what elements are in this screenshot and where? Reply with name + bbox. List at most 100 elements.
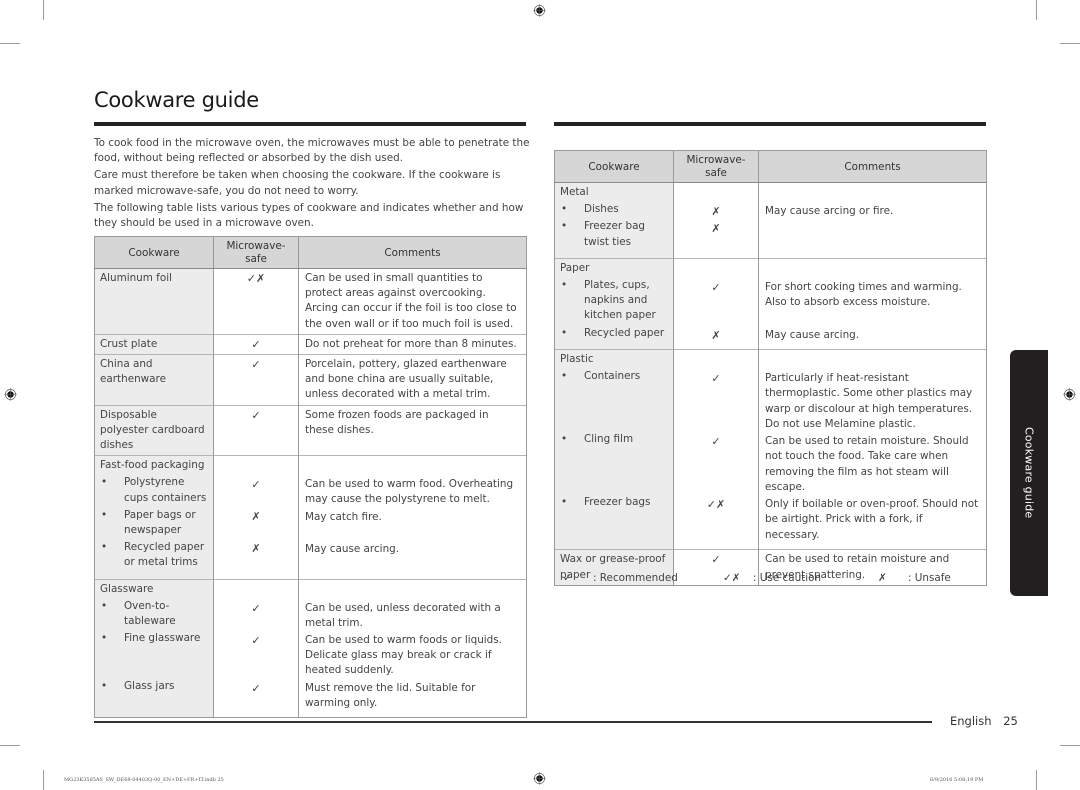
cookware-name: Recycled paper [584, 327, 665, 340]
intro-paragraph: To cook food in the microwave oven, the … [94, 137, 530, 165]
page-footer: English 25 [950, 714, 1018, 728]
check-icon: ✓ [251, 633, 261, 647]
list-item: • Containers [560, 369, 668, 430]
comment-text: Can be used to retain moisture. Should n… [765, 435, 969, 493]
header-comments: Comments [298, 236, 527, 269]
header-comments: Comments [758, 150, 987, 183]
comment-cell: Particularly if heat-resistant thermopla… [758, 349, 987, 550]
crop-mark [43, 0, 44, 20]
check-icon: ✓ [711, 280, 721, 294]
table-row: Disposable polyester cardboard dishes ✓ So… [94, 404, 527, 456]
cookware-table-right: Cookware Microwave-safe Comments Metal • D… [554, 150, 987, 586]
comment-text: Can be used in small quantities to prote… [305, 272, 517, 330]
safe-cell: ✓ ✓ ✓✗ [673, 349, 759, 550]
page-number: 25 [1003, 714, 1018, 728]
cookware-name: Glass jars [124, 680, 175, 693]
comment-text: Particularly if heat-resistant thermopla… [765, 372, 973, 430]
cross-icon: ✗ [711, 205, 721, 218]
check-icon: ✓ [711, 553, 721, 567]
cookware-table-left: Cookware Microwave-safe Comments Aluminu… [94, 236, 527, 719]
table-row: Plastic • Containers • Cling film • Freezer ba… [554, 349, 987, 550]
group-label: Paper [560, 261, 590, 274]
list-item: • Oven-to-tableware [100, 599, 208, 629]
cookware-name: Oven-to-tableware [124, 599, 176, 628]
comment-cell: Can be used in small quantities to prote… [298, 268, 527, 335]
bullet-icon: • [101, 541, 108, 554]
check-icon: ✓ [251, 681, 261, 695]
safe-cell: ✓ [213, 404, 299, 456]
safe-cell: ✓ [213, 333, 299, 355]
registration-mark-icon [533, 772, 546, 785]
check-icon: ✓ [251, 478, 261, 492]
comment-cell: Can be used, unless decorated with a met… [298, 578, 527, 718]
safe-cell: ✓ ✗ ✗ [213, 455, 299, 580]
cookware-name: Paper bags or newspaper [124, 508, 196, 537]
legend-recommended: ✓ : Recommended [563, 572, 723, 584]
table-header-row: Cookware Microwave-safe Comments [94, 236, 527, 269]
comment-text: Porcelain, pottery, glazed earthenware a… [305, 358, 507, 401]
bullet-icon: • [561, 496, 568, 509]
cookware-name: Crust plate [100, 337, 158, 350]
crop-mark [1060, 43, 1080, 44]
comment-text [765, 221, 980, 251]
comment-text: May cause arcing or fire. [765, 205, 894, 217]
cookware-name: Freezer bag twist ties [584, 220, 646, 248]
legend-unsafe: ✗ : Unsafe [878, 572, 951, 584]
check-icon: ✓ [251, 408, 261, 422]
cookware-cell: Disposable polyester cardboard dishes [94, 404, 214, 456]
comment-cell: Some frozen foods are packaged in these … [298, 404, 527, 456]
crop-mark [43, 770, 44, 790]
cookware-cell: Metal • Dishes • Freezer bag twist ties [554, 182, 674, 259]
side-tab-label: Cookware guide [1022, 427, 1036, 519]
comment-cell: Porcelain, pottery, glazed earthenware a… [298, 354, 527, 406]
title-rule-left [94, 122, 526, 126]
header-microwave-safe: Microwave-safe [673, 150, 759, 183]
header-cookware: Cookware [554, 150, 674, 183]
legend-label: : Recommended [593, 572, 678, 584]
comment-text: Do not preheat for more than 8 minutes. [305, 337, 517, 350]
list-item: • Plates, cups, napkins and kitchen paper [560, 278, 668, 324]
check-icon: ✓ [711, 435, 721, 449]
title-rule-right [554, 122, 986, 126]
list-item: • Polystyrene cups containers [100, 475, 208, 505]
list-item: • Recycled paper or metal trims [100, 540, 208, 570]
comment-text: Can be used to warm food. Overheating ma… [305, 478, 514, 506]
cookware-cell: China and earthenware [94, 354, 214, 406]
cross-icon: ✗ [711, 328, 721, 342]
cookware-name: Cling film [584, 433, 634, 446]
safe-cell: ✓✗ [673, 257, 759, 350]
list-item: • Paper bags or newspaper [100, 508, 208, 538]
legend-label: : Use caution [753, 572, 822, 584]
check-icon: ✓ [251, 601, 261, 615]
cookware-cell: Fast-food packaging • Polystyrene cups con… [94, 455, 214, 580]
cookware-name: Freezer bags [584, 496, 651, 509]
table-row: Fast-food packaging • Polystyrene cups con… [94, 455, 527, 580]
crop-mark [0, 745, 20, 746]
cookware-name: Disposable polyester cardboard dishes [100, 408, 205, 452]
comment-text: May catch fire. [305, 510, 382, 523]
table-row: China and earthenware ✓ Porcelain, pottery… [94, 354, 527, 406]
crop-mark [1036, 0, 1037, 20]
cross-icon: ✗ [878, 572, 887, 584]
list-item: • Recycled paper [560, 326, 668, 341]
safe-cell: ✓ [213, 354, 299, 406]
legend-label: : Unsafe [908, 572, 951, 584]
group-label: Metal [560, 186, 589, 198]
bullet-icon: • [101, 599, 108, 612]
footer-rule [94, 721, 932, 723]
cookware-name: Containers [584, 370, 641, 383]
intro-text: To cook food in the microwave oven, the … [94, 136, 530, 233]
comment-text: Can be used to warm foods or liquids. De… [305, 634, 502, 677]
comment-text: Only if boilable or oven-proof. Should n… [765, 498, 979, 541]
cookware-cell: Crust plate [94, 333, 214, 355]
section-side-tab: Cookware guide [1010, 350, 1048, 596]
comment-cell: For short cooking times and warming. Als… [758, 257, 987, 350]
check-cross-icon: ✓✗ [246, 272, 266, 285]
group-label: Fast-food packaging [100, 459, 205, 472]
header-microwave-safe: Microwave-safe [213, 236, 299, 269]
cross-icon: ✗ [251, 510, 261, 524]
bullet-icon: • [101, 680, 108, 693]
crop-mark [1036, 770, 1037, 790]
cookware-name: Dishes [584, 203, 619, 216]
group-label: Glassware [100, 582, 154, 595]
